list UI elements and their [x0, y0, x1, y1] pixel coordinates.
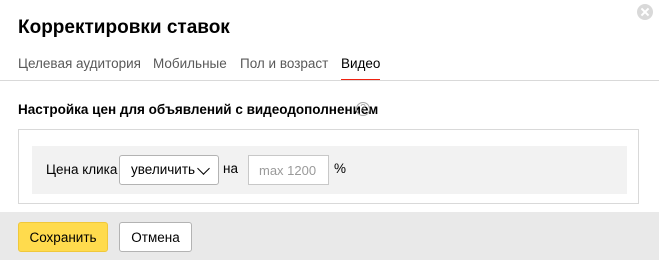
on-label: на: [223, 161, 238, 176]
direction-select-value: увеличить: [131, 162, 196, 177]
settings-box: Цена клика увеличить на %: [18, 129, 639, 204]
percent-label: %: [334, 161, 347, 176]
bid-adjustments-dialog: Корректировки ставок Целевая аудитория М…: [0, 0, 659, 260]
cancel-button[interactable]: Отмена: [119, 222, 192, 252]
amount-input[interactable]: [248, 155, 329, 185]
tab-mobile[interactable]: Мобильные: [153, 56, 227, 81]
tab-video[interactable]: Видео: [341, 56, 381, 81]
close-icon[interactable]: [637, 4, 653, 20]
tabs-divider: [0, 80, 659, 81]
dialog-title: Корректировки ставок: [18, 17, 230, 38]
price-row: Цена клика увеличить на %: [32, 146, 627, 194]
section-heading: Настройка цен для объявлений с видеодопо…: [18, 102, 379, 117]
chevron-down-icon: [197, 162, 210, 175]
direction-select[interactable]: увеличить: [119, 155, 219, 185]
price-label: Цена клика: [46, 162, 118, 177]
tab-gender-age[interactable]: Пол и возраст: [240, 56, 328, 81]
tab-target-audience[interactable]: Целевая аудитория: [18, 56, 141, 81]
dialog-footer: Сохранить Отмена: [0, 212, 659, 260]
save-button[interactable]: Сохранить: [18, 222, 108, 252]
help-icon[interactable]: ?: [356, 102, 370, 116]
